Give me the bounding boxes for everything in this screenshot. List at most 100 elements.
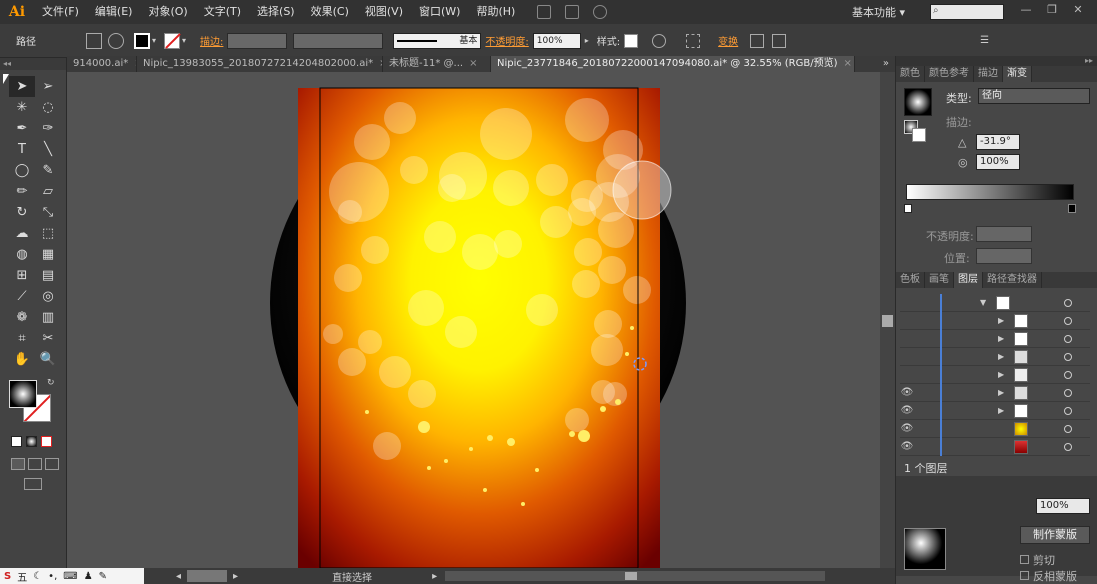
stroke-link[interactable]: 描边: [200,33,223,48]
gradient-mode-icon[interactable] [26,436,37,447]
menu-view[interactable]: 视图(V) [357,0,411,24]
close-icon[interactable]: ✕ [1068,2,1088,18]
layer-row[interactable]: 👁 ▶ [900,402,1090,420]
tab-swatches[interactable]: 色板 [896,272,925,288]
lasso-icon[interactable]: ◌ [35,97,61,118]
zoom-tool-icon[interactable]: 🔍 [35,349,61,370]
canvas-area[interactable] [67,72,880,568]
search-input[interactable]: ⌕ [930,4,1004,20]
tab-layers[interactable]: 图层 [954,272,983,288]
eraser-icon[interactable]: ▱ [35,181,61,202]
layer-row[interactable]: 👁 [900,438,1090,456]
target-circle-icon[interactable] [1064,389,1072,397]
tab-color-guide[interactable]: 颜色参考 [925,66,974,82]
tab-document-2[interactable]: Nipic_13983055_20180727214204802000.ai*× [137,56,383,72]
tab-document-active[interactable]: Nipic_23771846_20180722000147094080.ai* … [491,56,855,72]
recolor-icon[interactable] [652,33,667,48]
artboard-number-field[interactable] [187,570,228,582]
scale-tool-icon[interactable]: ⤡ [35,202,61,223]
expand-arrow-icon[interactable]: ▶ [998,406,1004,415]
expand-arrow-icon[interactable]: ▶ [998,352,1004,361]
warp-tool-icon[interactable]: ☁ [9,223,35,244]
draw-inside-icon[interactable] [45,458,59,470]
transparency-opacity-field[interactable]: 100% [1036,498,1090,514]
shape-builder-icon[interactable]: ◍ [9,244,35,265]
artwork[interactable] [67,72,880,568]
toolbox-grip[interactable]: ◂◂ [0,58,66,70]
close-icon[interactable]: × [844,58,852,69]
color-mode-icon[interactable] [11,436,22,447]
visibility-eye-icon[interactable]: 👁 [900,423,914,434]
visibility-eye-icon[interactable]: 👁 [900,441,914,452]
bridge-icon[interactable] [537,5,552,19]
arrange-documents-icon[interactable] [565,5,580,19]
target-circle-icon[interactable] [1064,299,1072,307]
menu-file[interactable]: 文件(F) [34,0,87,24]
layer-row[interactable]: ▼ [900,294,1090,312]
expand-arrow-icon[interactable]: ▼ [980,298,986,307]
target-circle-icon[interactable] [1064,335,1072,343]
mesh-tool-icon[interactable]: ⊞ [9,265,35,286]
make-mask-button[interactable]: 制作蒙版 [1020,526,1090,544]
visibility-eye-icon[interactable]: 👁 [900,405,914,416]
scroll-thumb[interactable] [882,315,893,327]
variable-width-field[interactable] [293,32,384,49]
layer-row[interactable]: 👁 [900,420,1090,438]
rotate-tool-icon[interactable]: ↻ [9,202,35,223]
tab-color[interactable]: 颜色 [896,66,925,82]
draw-normal-icon[interactable] [11,458,25,470]
selected-bubble[interactable] [612,160,672,220]
align-icon[interactable] [686,33,701,48]
free-transform-icon[interactable]: ⬚ [35,223,61,244]
ime-toolbar[interactable]: S 五 ☾ •, ⌨ ♟ ✎ [0,568,144,584]
expand-arrow-icon[interactable]: ▶ [998,334,1004,343]
tab-brushes[interactable]: 画笔 [925,272,954,288]
menu-select[interactable]: 选择(S) [249,0,303,24]
direct-selection-tool-icon[interactable]: ➢ [35,76,61,97]
fill-swatch[interactable] [134,32,150,49]
eyedropper-icon[interactable]: ⟋ [9,286,35,307]
gradient-small-stroke-swatch[interactable] [912,128,926,142]
menu-effect[interactable]: 效果(C) [303,0,357,24]
transform-icon[interactable] [750,33,765,48]
slice-tool-icon[interactable]: ✂ [35,328,61,349]
status-arrow-icon[interactable]: ▸ [432,571,437,582]
restore-icon[interactable]: ❐ [1042,2,1062,18]
target-circle-icon[interactable] [1064,425,1072,433]
type-tool-icon[interactable]: T [9,139,35,160]
workspace-switcher[interactable]: 基本功能 ▾ [852,4,905,20]
curvature-tool-icon[interactable]: ✑ [35,118,61,139]
tab-document-3[interactable]: 未标题-11* @... × [383,56,491,72]
menu-help[interactable]: 帮助(H) [468,0,523,24]
tab-pathfinder[interactable]: 路径查找器 [983,272,1042,288]
artboard-nav-prev-icon[interactable]: ◂ [176,571,181,582]
gradient-slider[interactable] [906,184,1074,200]
hand-tool-icon[interactable]: ✋ [9,349,35,370]
menu-object[interactable]: 对象(O) [140,0,195,24]
expand-arrow-icon[interactable]: ▶ [998,388,1004,397]
chevron-down-icon[interactable]: ▾ [182,36,186,45]
swap-icon[interactable]: ↻ [47,378,55,388]
clip-checkbox[interactable]: 剪切 [1020,552,1055,568]
horizontal-scrollbar[interactable] [445,571,826,581]
gradient-type-select[interactable]: 径向 [978,88,1090,104]
visibility-eye-icon[interactable]: 👁 [900,387,914,398]
gradient-stop-right[interactable] [1068,204,1076,213]
minimize-icon[interactable]: — [1016,2,1036,18]
isolate-icon[interactable] [86,32,102,49]
pen-tool-icon[interactable]: ✒ [9,118,35,139]
layer-row[interactable]: ▶ [900,330,1090,348]
menu-type[interactable]: 文字(T) [196,0,249,24]
expand-arrow-icon[interactable]: ▶ [998,370,1004,379]
line-tool-icon[interactable]: ╲ [35,139,61,160]
ime-mode[interactable]: 五 [17,569,27,584]
gradient-preview-swatch[interactable] [904,88,932,116]
keyboard-icon[interactable]: ⌨ [63,571,77,582]
ellipse-tool-icon[interactable]: ◯ [9,160,35,181]
paintbrush-icon[interactable]: ✎ [35,160,61,181]
layer-row[interactable]: 👁 ▶ [900,384,1090,402]
blend-tool-icon[interactable]: ◎ [35,286,61,307]
gradient-stop-left[interactable] [904,204,912,213]
tab-document-1[interactable]: 914000.ai*× [67,56,137,72]
status-tool[interactable]: 直接选择 [332,569,372,584]
